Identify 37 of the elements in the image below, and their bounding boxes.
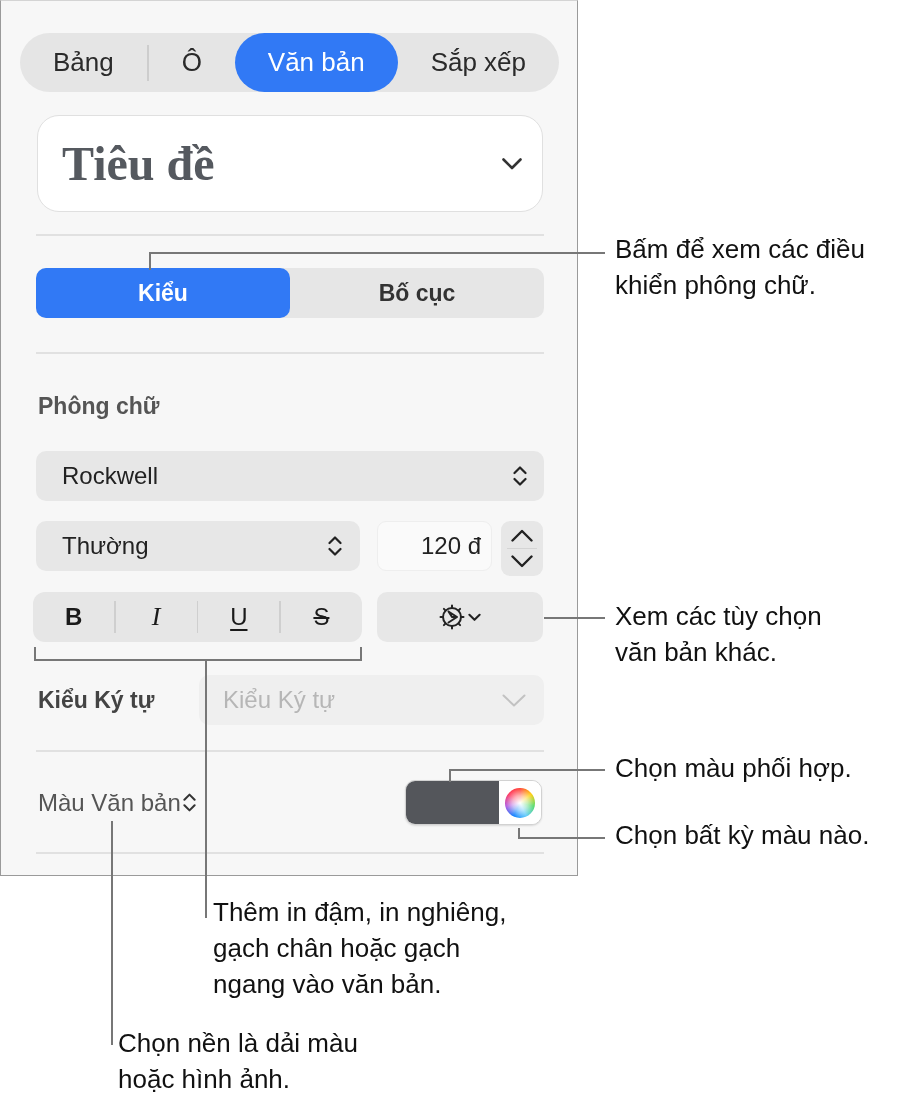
fill-type-popup[interactable]: Màu Văn bản bbox=[36, 788, 196, 817]
inspector-tab[interactable]: Văn bản bbox=[234, 33, 398, 92]
callout-text: Chọn màu phối hợp. bbox=[615, 752, 853, 785]
text-options-button[interactable] bbox=[377, 592, 543, 642]
color-swatch[interactable] bbox=[406, 781, 499, 824]
callout-text: Xem các tùy chọn văn bản khác. bbox=[615, 600, 823, 669]
bold-button[interactable]: B bbox=[33, 592, 115, 642]
callout-text: Chọn nền là dải màu hoặc hình ảnh. bbox=[118, 1027, 359, 1096]
chevron-down-icon bbox=[502, 157, 522, 170]
up-down-chevron-icon bbox=[328, 535, 342, 557]
inspector-tab[interactable]: Sắp xếp bbox=[397, 33, 559, 92]
inspector-tab[interactable]: Bảng bbox=[20, 33, 147, 92]
character-style-label: Kiểu Ký tự bbox=[37, 686, 156, 714]
leader-line bbox=[543, 617, 606, 619]
callout-text: Thêm in đậm, in nghiêng, gạch chân hoặc gạch ngang vào văn bản. bbox=[213, 896, 508, 1001]
up-down-chevron-icon bbox=[182, 792, 196, 813]
section-tab[interactable]: Bố cục bbox=[290, 268, 544, 318]
font-family-popup[interactable]: Rockwell bbox=[36, 451, 544, 501]
color-wheel-button[interactable] bbox=[499, 781, 541, 824]
typeface-popup[interactable]: Thường bbox=[36, 521, 360, 571]
font-size-field[interactable]: 120 đ bbox=[377, 521, 492, 571]
italic-button[interactable]: I bbox=[115, 592, 197, 642]
chevron-down-icon bbox=[502, 693, 526, 707]
color-wheel-icon bbox=[505, 787, 535, 818]
underline-button[interactable]: U bbox=[198, 592, 280, 642]
chevron-up-icon bbox=[511, 529, 533, 542]
strikethrough-button[interactable]: S bbox=[280, 592, 362, 642]
chevron-down-icon bbox=[468, 612, 481, 622]
chevron-down-icon bbox=[511, 555, 533, 568]
section-heading: Phông chữ bbox=[37, 392, 161, 421]
callout-text: Bấm để xem các điều khiển phông chữ. bbox=[615, 233, 866, 302]
inspector-tab[interactable]: Ô bbox=[148, 33, 235, 92]
up-down-chevron-icon bbox=[513, 465, 527, 487]
section-tab[interactable]: Kiểu bbox=[36, 268, 290, 318]
callout-text: Chọn bất kỳ màu nào. bbox=[615, 819, 871, 852]
gear-icon bbox=[439, 604, 465, 630]
paragraph-style-popup[interactable]: Tiêu đề bbox=[37, 115, 543, 212]
